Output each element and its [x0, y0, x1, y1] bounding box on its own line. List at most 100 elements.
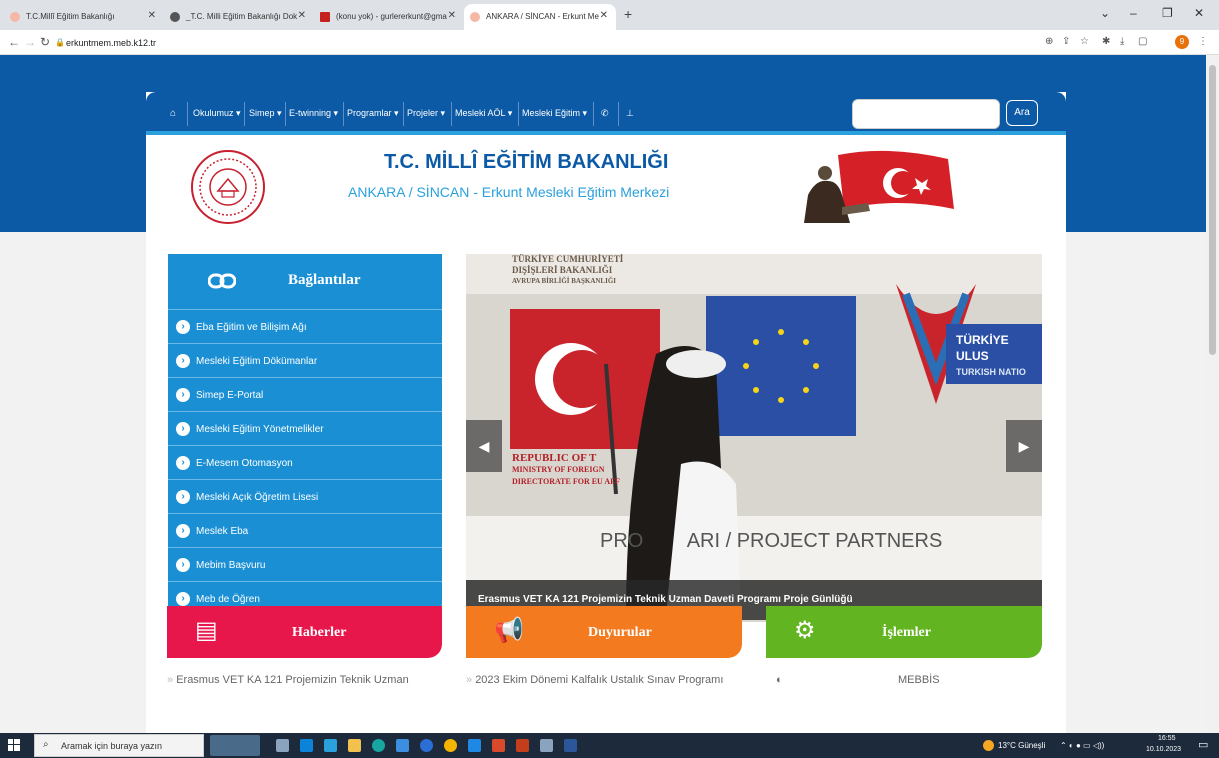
card-duyurular[interactable]: 📢 Duyurular [466, 606, 742, 658]
side-panel-icon[interactable]: ▢ [1138, 36, 1147, 47]
home-icon[interactable]: ⌂ [170, 108, 176, 119]
task-view-icon[interactable] [276, 739, 289, 752]
app-icon[interactable] [468, 739, 481, 752]
announcement-item[interactable]: » 2023 Ekim Dönemi Kalfalık Ustalık Sına… [466, 674, 723, 686]
search-button[interactable]: Ara [1006, 100, 1038, 126]
weather-sun-icon [983, 740, 994, 751]
browser-tab-strip: T.C.Millî Eğitim Bakanlığı ✕ _T.C. Milli… [0, 0, 1219, 30]
minimize-icon[interactable]: – [1130, 6, 1137, 20]
nav-simep[interactable]: Simep ▾ [249, 108, 282, 119]
extensions-icon[interactable]: ✱ [1102, 36, 1110, 47]
app-icon[interactable] [492, 739, 505, 752]
bookmark-star-icon[interactable]: ☆ [1080, 36, 1089, 47]
slider-photo [466, 254, 1042, 622]
zoom-icon[interactable]: ⊕ [1045, 36, 1053, 47]
windows-taskbar: ⌕ Aramak için buraya yazın 13°C Güneşli … [0, 733, 1219, 758]
arrow-circle-icon: › [176, 592, 190, 606]
profile-avatar[interactable]: 9 [1175, 35, 1189, 49]
chrome-icon[interactable] [444, 739, 457, 752]
links-header: Bağlantılar [168, 254, 442, 309]
back-icon[interactable]: ← [8, 35, 20, 49]
slider-caption[interactable]: Erasmus VET KA 121 Projemizin Teknik Uzm… [478, 594, 853, 605]
clock-time[interactable]: 16:55 [1158, 735, 1176, 742]
new-tab-button[interactable]: + [624, 6, 632, 22]
card-title: İşlemler [882, 625, 931, 640]
megaphone-icon: 📢 [494, 617, 524, 644]
nav-etwinning[interactable]: E-twinning ▾ [289, 108, 338, 119]
sitemap-icon[interactable]: ⊥ [626, 108, 634, 119]
nav-mesleki-egitim[interactable]: Mesleki Eğitim ▾ [522, 108, 587, 119]
url-field[interactable]: erkuntmem.meb.k12.tr [66, 38, 156, 48]
tab-favicon-icon [470, 12, 480, 22]
operation-item-mebbis[interactable]: MEBBİS [898, 674, 940, 686]
arrow-circle-icon: › [176, 558, 190, 572]
nav-okulumuz[interactable]: Okulumuz ▾ [193, 108, 241, 119]
close-icon[interactable]: ✕ [600, 10, 608, 21]
reload-icon[interactable]: ↻ [40, 35, 50, 49]
taskbar-widget-image[interactable] [210, 735, 260, 756]
header-subtitle: ANKARA / SİNCAN - Erkunt Mesleki Eğitim … [348, 184, 670, 200]
window-close-icon[interactable]: ✕ [1194, 6, 1204, 20]
download-icon[interactable]: ⤓ [1120, 36, 1124, 47]
nav-projeler[interactable]: Projeler ▾ [407, 108, 445, 119]
app-icon[interactable] [540, 739, 553, 752]
browser-tab[interactable]: _T.C. Milli Eğitim Bakanlığı Dok ✕ [164, 4, 314, 30]
edge-icon[interactable] [372, 739, 385, 752]
lock-icon[interactable]: 🔒 [55, 38, 65, 47]
link-acik-ogretim[interactable]: › Mesleki Açık Öğretim Lisesi [168, 479, 442, 513]
taskbar-search[interactable]: ⌕ Aramak için buraya yazın [34, 734, 204, 757]
tab-search-chevron-icon[interactable]: ⌄ [1100, 6, 1110, 20]
system-tray-icons[interactable]: ⌃ ◐ ● ▭ ◁)) [1060, 741, 1104, 750]
phone-icon[interactable]: ✆ [601, 108, 609, 119]
clock-date[interactable]: 10.10.2023 [1146, 746, 1181, 753]
news-item[interactable]: » Erasmus VET KA 121 Projemizin Teknik U… [167, 674, 409, 686]
nav-mesleki-aol[interactable]: Mesleki AÖL ▾ [455, 108, 512, 119]
card-islemler[interactable]: ⚙ İşlemler [766, 606, 1042, 658]
link-simep-eportal[interactable]: › Simep E-Portal [168, 377, 442, 411]
restore-icon[interactable]: ❐ [1162, 6, 1173, 20]
app-icon[interactable] [420, 739, 433, 752]
close-icon[interactable]: ✕ [148, 10, 156, 21]
notification-icon[interactable]: ▭ [1198, 738, 1208, 751]
browser-tab[interactable]: T.C.Millî Eğitim Bakanlığı ✕ [4, 4, 164, 30]
tab-title: T.C.Millî Eğitim Bakanlığı [26, 12, 115, 21]
slider-text-mid-left: REPUBLIC OF T MINISTRY OF FOREIGN DIRECT… [512, 452, 620, 486]
page-scrollbar[interactable] [1206, 55, 1219, 733]
scrollbar-thumb[interactable] [1209, 65, 1216, 355]
slider-prev-button[interactable]: ◀ [466, 420, 502, 472]
link-chain-icon [208, 273, 236, 289]
slider-text-bottom: PRO ARI / PROJECT PARTNERS [600, 530, 943, 552]
store-icon[interactable] [300, 739, 313, 752]
flag-ataturk-image [804, 150, 954, 223]
link-mebim-basvuru[interactable]: › Mebim Başvuru [168, 547, 442, 581]
slider-next-button[interactable]: ▶ [1006, 420, 1042, 472]
windows-start-icon[interactable] [8, 739, 20, 751]
news-slider[interactable]: TÜRKİYE CUMHURİYETİ DIŞİŞLERİ BAKANLIĞI … [466, 254, 1042, 622]
meb-seal-logo [191, 150, 265, 224]
mail-icon[interactable] [324, 739, 337, 752]
close-icon[interactable]: ✕ [298, 10, 306, 21]
link-meslek-eba[interactable]: › Meslek Eba [168, 513, 442, 547]
browser-tab-active[interactable]: ANKARA / SİNCAN - Erkunt Me ✕ [464, 4, 616, 30]
site-search-input[interactable] [852, 99, 1000, 129]
share-icon[interactable]: ⇪ [1062, 36, 1070, 47]
site-navbar: ⌂ Okulumuz ▾ Simep ▾ E-twinning ▾ Progra… [146, 92, 1066, 135]
link-eba[interactable]: › Eba Eğitim ve Bilişim Ağı [168, 309, 442, 343]
weather-text[interactable]: 13°C Güneşli [998, 741, 1045, 750]
forward-icon[interactable]: → [24, 35, 36, 49]
mebbis-icon: ◐ [776, 674, 783, 686]
card-haberler[interactable]: ▤ Haberler [167, 606, 442, 658]
link-mesleki-egitim-dokumanlar[interactable]: › Mesleki Eğitim Dökümanlar [168, 343, 442, 377]
menu-kebab-icon[interactable]: ⋮ [1198, 36, 1208, 47]
nav-programlar[interactable]: Programlar ▾ [347, 108, 399, 119]
gears-icon: ⚙ [794, 617, 816, 644]
internet-explorer-icon[interactable] [396, 739, 409, 752]
link-emesem[interactable]: › E-Mesem Otomasyon [168, 445, 442, 479]
file-explorer-icon[interactable] [348, 739, 361, 752]
arrow-circle-icon: › [176, 456, 190, 470]
powerpoint-icon[interactable] [516, 739, 529, 752]
word-icon[interactable] [564, 739, 577, 752]
browser-tab[interactable]: (konu yok) - gurlererkunt@gma ✕ [314, 4, 464, 30]
link-yonetmelikler[interactable]: › Mesleki Eğitim Yönetmelikler [168, 411, 442, 445]
close-icon[interactable]: ✕ [448, 10, 456, 21]
